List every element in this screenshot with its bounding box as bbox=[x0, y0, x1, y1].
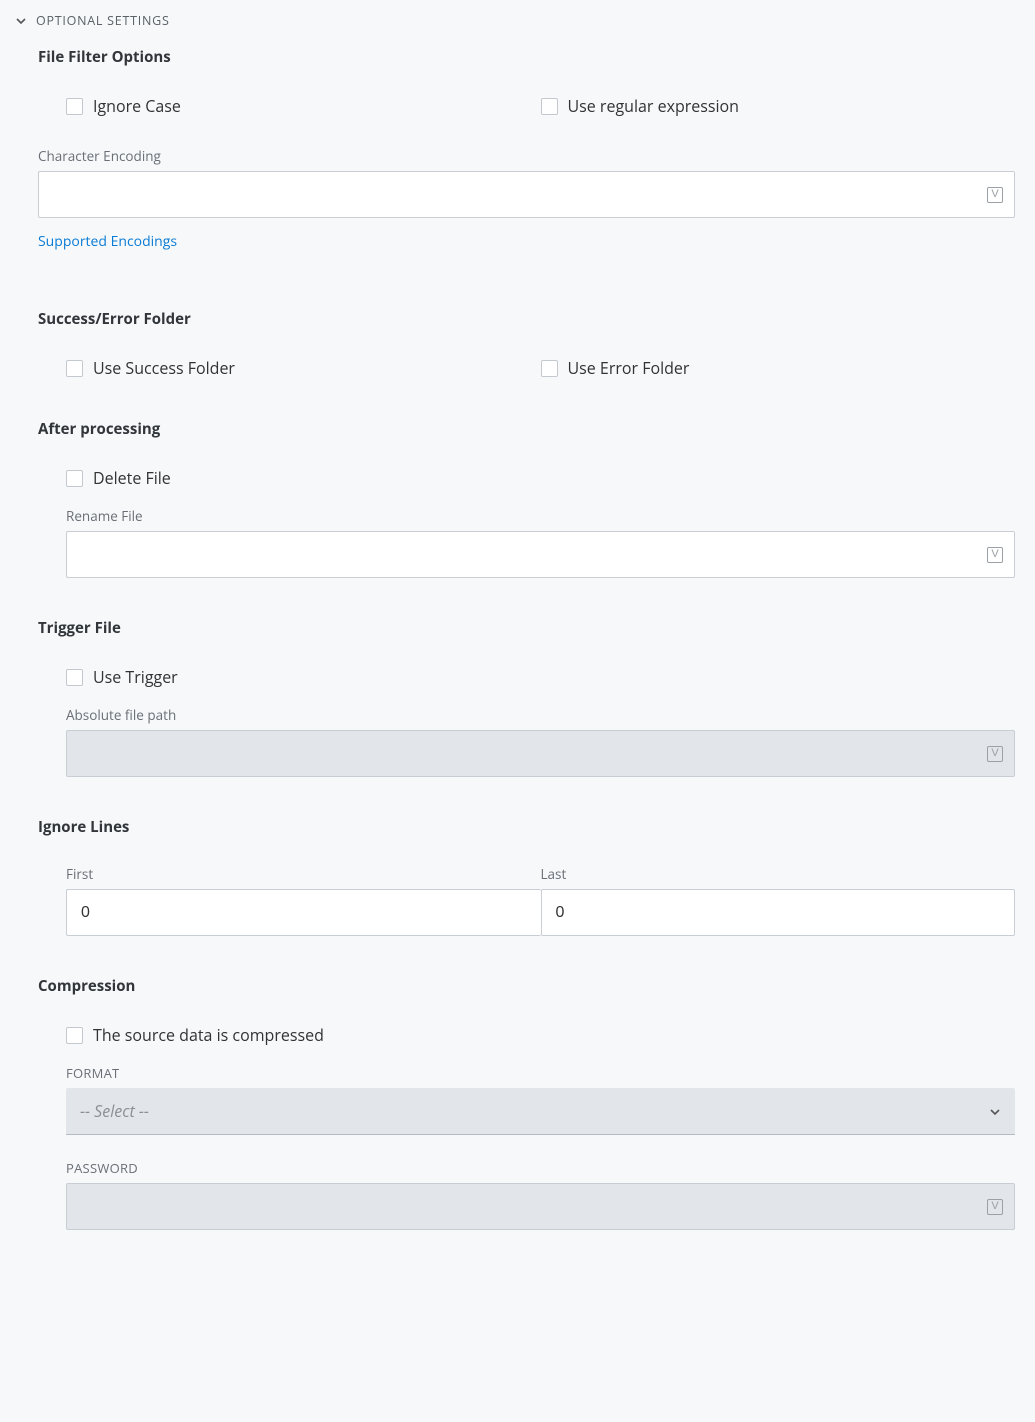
delete-file-label: Delete File bbox=[93, 467, 171, 489]
ignore-last-input[interactable] bbox=[541, 889, 1016, 936]
ignore-first-label: First bbox=[66, 865, 541, 883]
section-title-after-processing: After processing bbox=[38, 419, 1015, 439]
use-success-folder-checkbox[interactable] bbox=[66, 360, 83, 377]
use-error-folder-label: Use Error Folder bbox=[568, 357, 690, 379]
chevron-down-icon bbox=[989, 1106, 1001, 1118]
section-title-success-error: Success/Error Folder bbox=[38, 309, 1015, 329]
rename-file-input[interactable] bbox=[66, 531, 1015, 578]
ignore-case-checkbox[interactable] bbox=[66, 98, 83, 115]
use-regex-label: Use regular expression bbox=[568, 95, 739, 117]
section-title-trigger-file: Trigger File bbox=[38, 618, 1015, 638]
ignore-last-label: Last bbox=[541, 865, 1016, 883]
ignore-case-label: Ignore Case bbox=[93, 95, 181, 117]
format-select[interactable]: -- Select -- bbox=[66, 1088, 1015, 1135]
variable-icon[interactable]: V bbox=[987, 1199, 1003, 1215]
supported-encodings-link[interactable]: Supported Encodings bbox=[38, 232, 177, 251]
section-title-ignore-lines: Ignore Lines bbox=[38, 817, 1015, 837]
section-title-compression: Compression bbox=[38, 976, 1015, 996]
chevron-down-icon bbox=[14, 14, 28, 28]
rename-file-label: Rename File bbox=[66, 507, 1015, 525]
use-trigger-checkbox[interactable] bbox=[66, 669, 83, 686]
variable-icon[interactable]: V bbox=[987, 187, 1003, 203]
ignore-first-input[interactable] bbox=[66, 889, 541, 936]
variable-icon[interactable]: V bbox=[987, 547, 1003, 563]
format-label: FORMAT bbox=[66, 1064, 1015, 1082]
section-title-file-filter: File Filter Options bbox=[38, 47, 1015, 67]
format-select-value: -- Select -- bbox=[80, 1100, 149, 1122]
variable-icon[interactable]: V bbox=[987, 746, 1003, 762]
password-label: PASSWORD bbox=[66, 1159, 1015, 1177]
char-encoding-input[interactable] bbox=[38, 171, 1015, 218]
expander-title: OPTIONAL SETTINGS bbox=[36, 12, 170, 29]
absolute-file-path-input bbox=[66, 730, 1015, 777]
use-success-folder-label: Use Success Folder bbox=[93, 357, 235, 379]
source-compressed-label: The source data is compressed bbox=[93, 1024, 324, 1046]
use-regex-checkbox[interactable] bbox=[541, 98, 558, 115]
use-trigger-label: Use Trigger bbox=[93, 666, 178, 688]
char-encoding-label: Character Encoding bbox=[38, 147, 1015, 165]
absolute-file-path-label: Absolute file path bbox=[66, 706, 1015, 724]
source-compressed-checkbox[interactable] bbox=[66, 1027, 83, 1044]
password-input bbox=[66, 1183, 1015, 1230]
delete-file-checkbox[interactable] bbox=[66, 470, 83, 487]
use-error-folder-checkbox[interactable] bbox=[541, 360, 558, 377]
optional-settings-expander[interactable]: OPTIONAL SETTINGS bbox=[12, 12, 1015, 47]
